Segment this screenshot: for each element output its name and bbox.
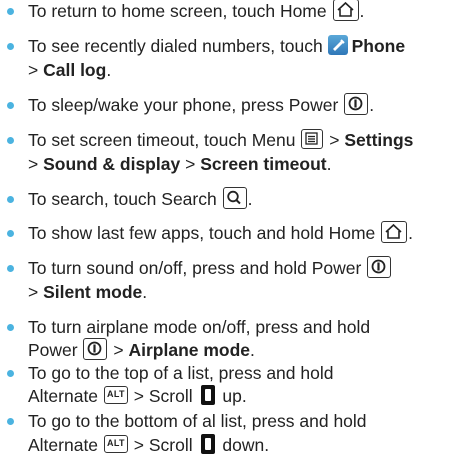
bullet <box>7 137 14 144</box>
bullet <box>7 324 14 331</box>
power-key-icon <box>367 256 392 279</box>
item-text: To return to home screen, touch Home <box>28 1 327 21</box>
power-key-icon <box>83 338 108 361</box>
bullet <box>7 8 14 15</box>
item-text: To go to the bottom of al list, press an… <box>28 411 367 431</box>
bullet <box>7 196 14 203</box>
alt-key-icon: ALT <box>103 435 128 454</box>
tips-list: To return to home screen, touch Home . T… <box>0 0 472 458</box>
bullet <box>7 265 14 272</box>
item-text: To sleep/wake your phone, press Power <box>28 95 339 115</box>
alt-key-icon: ALT <box>103 386 128 405</box>
bullet <box>7 102 14 109</box>
item-text: To search, touch Search <box>28 189 217 209</box>
item-text: To turn sound on/off, press and hold Pow… <box>28 258 362 278</box>
item-text: To show last few apps, touch and hold Ho… <box>28 223 376 243</box>
scroll-key-icon <box>200 434 215 455</box>
search-key-icon <box>222 187 247 210</box>
home-key-icon <box>381 221 408 244</box>
home-key-icon <box>332 0 359 22</box>
phone-app-icon <box>327 35 348 56</box>
scroll-key-icon <box>200 385 215 406</box>
bullet <box>7 43 14 50</box>
item-text: To go to the top of a list, press and ho… <box>28 363 334 383</box>
item-text: To set screen timeout, touch Menu <box>28 130 296 150</box>
bullet <box>7 370 14 377</box>
bullet <box>7 230 14 237</box>
item-text: To see recently dialed numbers, touch <box>28 36 323 56</box>
power-key-icon <box>344 93 369 116</box>
bullet <box>7 418 14 425</box>
item-text: To turn airplane mode on/off, press and … <box>28 317 371 337</box>
menu-key-icon <box>301 129 324 150</box>
